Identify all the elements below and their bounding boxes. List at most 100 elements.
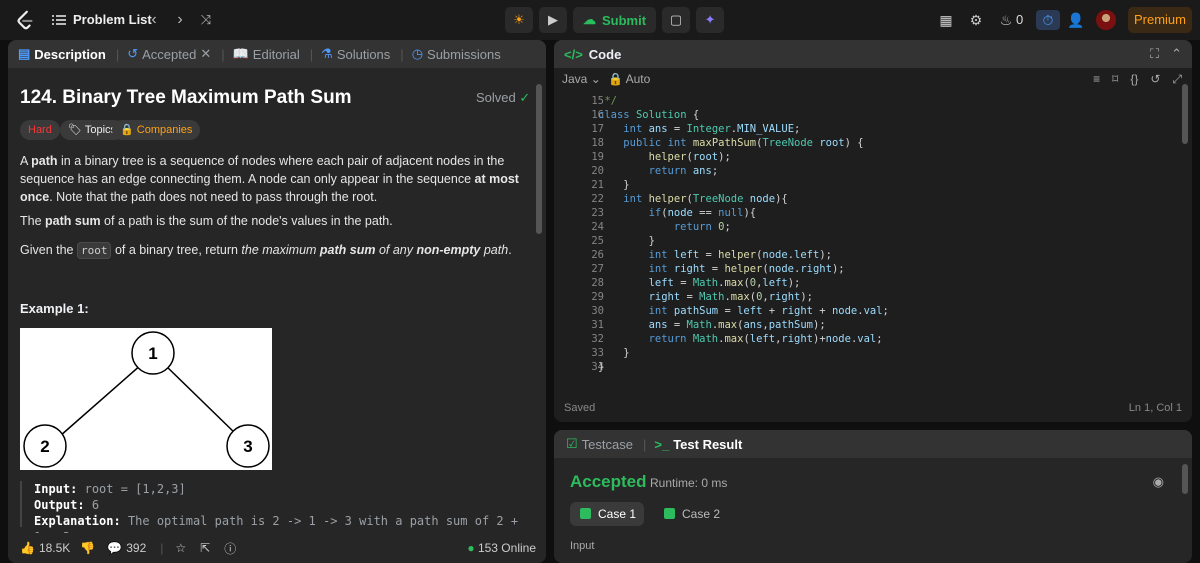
fire-icon[interactable]: ♨ [996,10,1016,30]
cursor-position: Ln 1, Col 1 [1128,402,1182,414]
layout-grid-icon[interactable]: ▦ [936,10,956,30]
code-editor[interactable]: */class Solution { int ans = Integer.MIN… [598,94,889,374]
code-icon: </> [564,46,583,62]
bookmark-icon[interactable]: ⌑ [1112,72,1118,87]
tab-accepted[interactable]: ↺ Accepted ✕ [127,46,211,62]
verdict: Accepted [570,472,647,491]
premium-button[interactable]: Premium [1128,7,1192,33]
top-bar: Problem List ‹ › ⤨ ☀ ▶ ☁ Submit ▢ ✦ ▦ ⚙ … [0,0,1200,40]
flask-icon: ⚗ [321,46,333,61]
tab-label: Description [34,46,106,62]
runtime: Runtime: 0 ms [650,476,728,490]
check-icon [580,508,591,519]
code-panel-header: </> Code ⛶ ⌃ [554,40,1192,68]
companies-label: Companies [136,124,193,136]
tab-description[interactable]: ▤ Description [18,46,106,62]
tab-test-result[interactable]: >_ Test Result [654,437,742,452]
description-icon: ▤ [18,46,31,61]
tab-label: Accepted [142,46,197,62]
difficulty-badge: Hard [20,120,60,140]
expand-icon[interactable]: ⤢ [1172,72,1182,87]
tag-icon: 🏷 [68,124,82,136]
leetcode-logo-icon[interactable] [14,9,36,31]
code-panel-title: Code [588,46,622,62]
next-problem-icon[interactable]: › [170,10,190,30]
case-label: Case 2 [682,507,721,521]
add-user-icon[interactable]: 👤 [1066,10,1086,30]
input-label: Input [570,540,595,552]
prev-problem-icon[interactable]: ‹ [144,10,164,30]
saved-status: Saved [564,402,596,414]
timer-icon[interactable]: ⏱ [1036,10,1060,30]
online-indicator: ● 153 Online [467,541,536,555]
solved-label: Solved [476,90,516,105]
avatar[interactable] [1096,10,1116,30]
debug-icon[interactable]: ☀ [505,7,533,33]
binary-tree-diagram: 1 2 3 [20,328,272,470]
run-icon[interactable]: ▶ [539,7,567,33]
submit-button[interactable]: ☁ Submit [573,7,657,33]
editor-toolbar: ≡ ⌑ {} ↺ ⤢ [1093,72,1182,87]
format-icon[interactable]: ≡ [1093,72,1100,87]
star-icon[interactable]: ☆ [175,541,186,555]
tab-label: Testcase [581,436,633,452]
help-icon[interactable]: ⓘ [224,540,236,557]
notes-icon[interactable]: ▢ [662,7,691,33]
result-panel: ☑ Testcase | >_ Test Result Accepted Run… [554,430,1192,563]
collapse-icon[interactable]: ⌃ [1171,46,1182,62]
description-tabs: ▤ Description | ↺ Accepted ✕ | 📖 Editori… [8,40,546,68]
case-label: Case 1 [598,507,637,521]
check-circle-icon: ✓ [519,90,531,105]
scrollbar[interactable] [1182,84,1188,144]
share-icon[interactable]: ⇱ [200,541,210,555]
scrollbar[interactable] [1182,464,1188,494]
thumbs-up-icon[interactable]: 👍 [20,541,35,555]
reset-icon[interactable]: ↺ [1150,72,1160,87]
problem-paragraph-2: The path sum of a path is the sum of the… [20,214,393,228]
checkbox-icon: ☑ [566,436,578,451]
online-count: 153 Online [477,541,536,555]
line-numbers: 15 16 17 18 19 20 21 22 23 24 25 26 27 28 29 30 … [591,95,604,373]
maximize-icon[interactable]: ⛶ [1150,46,1159,62]
braces-icon[interactable]: {} [1130,72,1138,87]
code-panel: </> Code ⛶ ⌃ Java ⌄ 🔒 Auto ≡ ⌑ {} ↺ ⤢ 15… [554,40,1192,422]
tree-node-label: 3 [243,437,252,456]
tab-testcase[interactable]: ☑ Testcase [566,436,633,452]
online-dot-icon: ● [467,541,475,555]
example-block: Input: root = [1,2,3] Output: 6 Explanat… [20,481,530,544]
comment-icon[interactable]: 💬 [107,541,122,555]
language-label: Java [562,72,588,86]
language-select[interactable]: Java ⌄ [562,72,601,86]
ai-sparkle-icon[interactable]: ✦ [696,7,725,33]
thumbs-down-icon[interactable]: 👎 [80,541,95,555]
description-panel: ▤ Description | ↺ Accepted ✕ | 📖 Editori… [8,40,546,563]
run-toolbar: ☀ ▶ ☁ Submit ▢ ✦ [505,7,725,33]
problem-paragraph-3: Given the root of a binary tree, return … [20,242,512,259]
list-icon[interactable] [52,13,66,27]
tree-node-label: 1 [148,344,157,363]
scrollbar[interactable] [536,84,542,234]
tree-node-label: 2 [40,437,49,456]
gear-icon[interactable]: ⚙ [966,10,986,30]
like-count: 18.5K [38,541,71,555]
problem-title: 124. Binary Tree Maximum Path Sum [20,87,352,108]
shuffle-icon[interactable]: ⤨ [196,10,216,30]
close-icon[interactable]: ✕ [200,46,211,62]
clock-icon: ◷ [411,46,424,61]
case-1-tab[interactable]: Case 1 [570,502,645,526]
tab-submissions[interactable]: ◷ Submissions [412,46,501,62]
problem-list-link[interactable]: Problem List [73,12,152,27]
terminal-icon: >_ [654,436,670,452]
companies-button[interactable]: 🔒 Companies [112,120,201,140]
chevron-down-icon: ⌄ [590,72,601,86]
auto-mode-toggle[interactable]: 🔒 Auto [608,72,650,86]
case-2-tab[interactable]: Case 2 [654,502,728,526]
tab-solutions[interactable]: ⚗ Solutions [321,46,390,62]
result-tabs: ☑ Testcase | >_ Test Result [554,430,1192,458]
comment-count: 392 [126,541,147,555]
tab-editorial[interactable]: 📖 Editorial [233,46,300,62]
problem-paragraph-1: A path in a binary tree is a sequence of… [20,154,519,204]
tab-label: Test Result [673,436,743,452]
eye-icon[interactable]: ◉ [1153,474,1164,490]
tab-label: Editorial [252,46,300,62]
